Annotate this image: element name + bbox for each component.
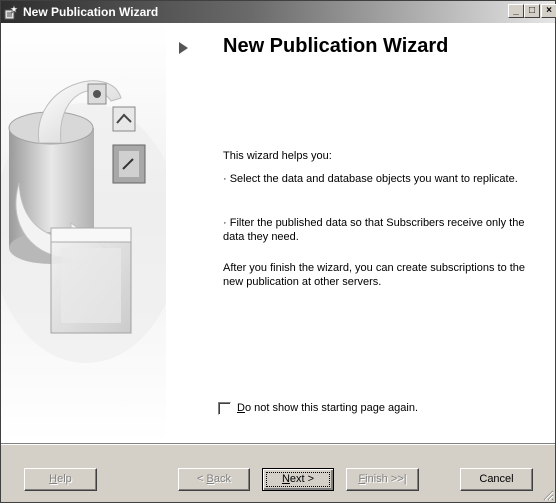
bullet-filter-data: · Filter the published data so that Subs… bbox=[223, 217, 525, 243]
close-button[interactable]: × bbox=[541, 4, 556, 18]
title-bar[interactable]: New Publication Wizard _ □ × bbox=[1, 1, 556, 23]
wizard-content: New Publication Wizard This wizard helps… bbox=[1, 23, 555, 443]
cancel-button[interactable]: Cancel bbox=[460, 468, 533, 491]
maximize-button[interactable]: □ bbox=[524, 4, 540, 18]
resize-grip-icon[interactable] bbox=[542, 489, 554, 501]
checkbox-box[interactable] bbox=[218, 402, 231, 415]
next-button[interactable]: Next > bbox=[262, 468, 334, 491]
outro-text: After you finish the wizard, you can cre… bbox=[223, 262, 526, 288]
minimize-button[interactable]: _ bbox=[508, 4, 524, 18]
window-title: New Publication Wizard bbox=[23, 5, 159, 19]
checkbox-label[interactable]: Do not show this starting page again. bbox=[237, 402, 418, 414]
back-button[interactable]: < Back bbox=[178, 468, 250, 491]
database-publish-illustration bbox=[1, 23, 166, 443]
wizard-icon bbox=[4, 4, 19, 20]
button-separator bbox=[1, 443, 555, 445]
intro-text: This wizard helps you: bbox=[223, 150, 332, 162]
help-button[interactable]: Help bbox=[24, 468, 97, 491]
focus-rectangle bbox=[266, 472, 330, 487]
wizard-window: New Publication Wizard _ □ × New Publica… bbox=[0, 0, 556, 503]
play-triangle-icon bbox=[179, 42, 188, 54]
page-heading: New Publication Wizard bbox=[223, 35, 449, 57]
finish-button[interactable]: Finish >>| bbox=[346, 468, 419, 491]
bullet-select-data: · Select the data and database objects y… bbox=[223, 173, 518, 185]
